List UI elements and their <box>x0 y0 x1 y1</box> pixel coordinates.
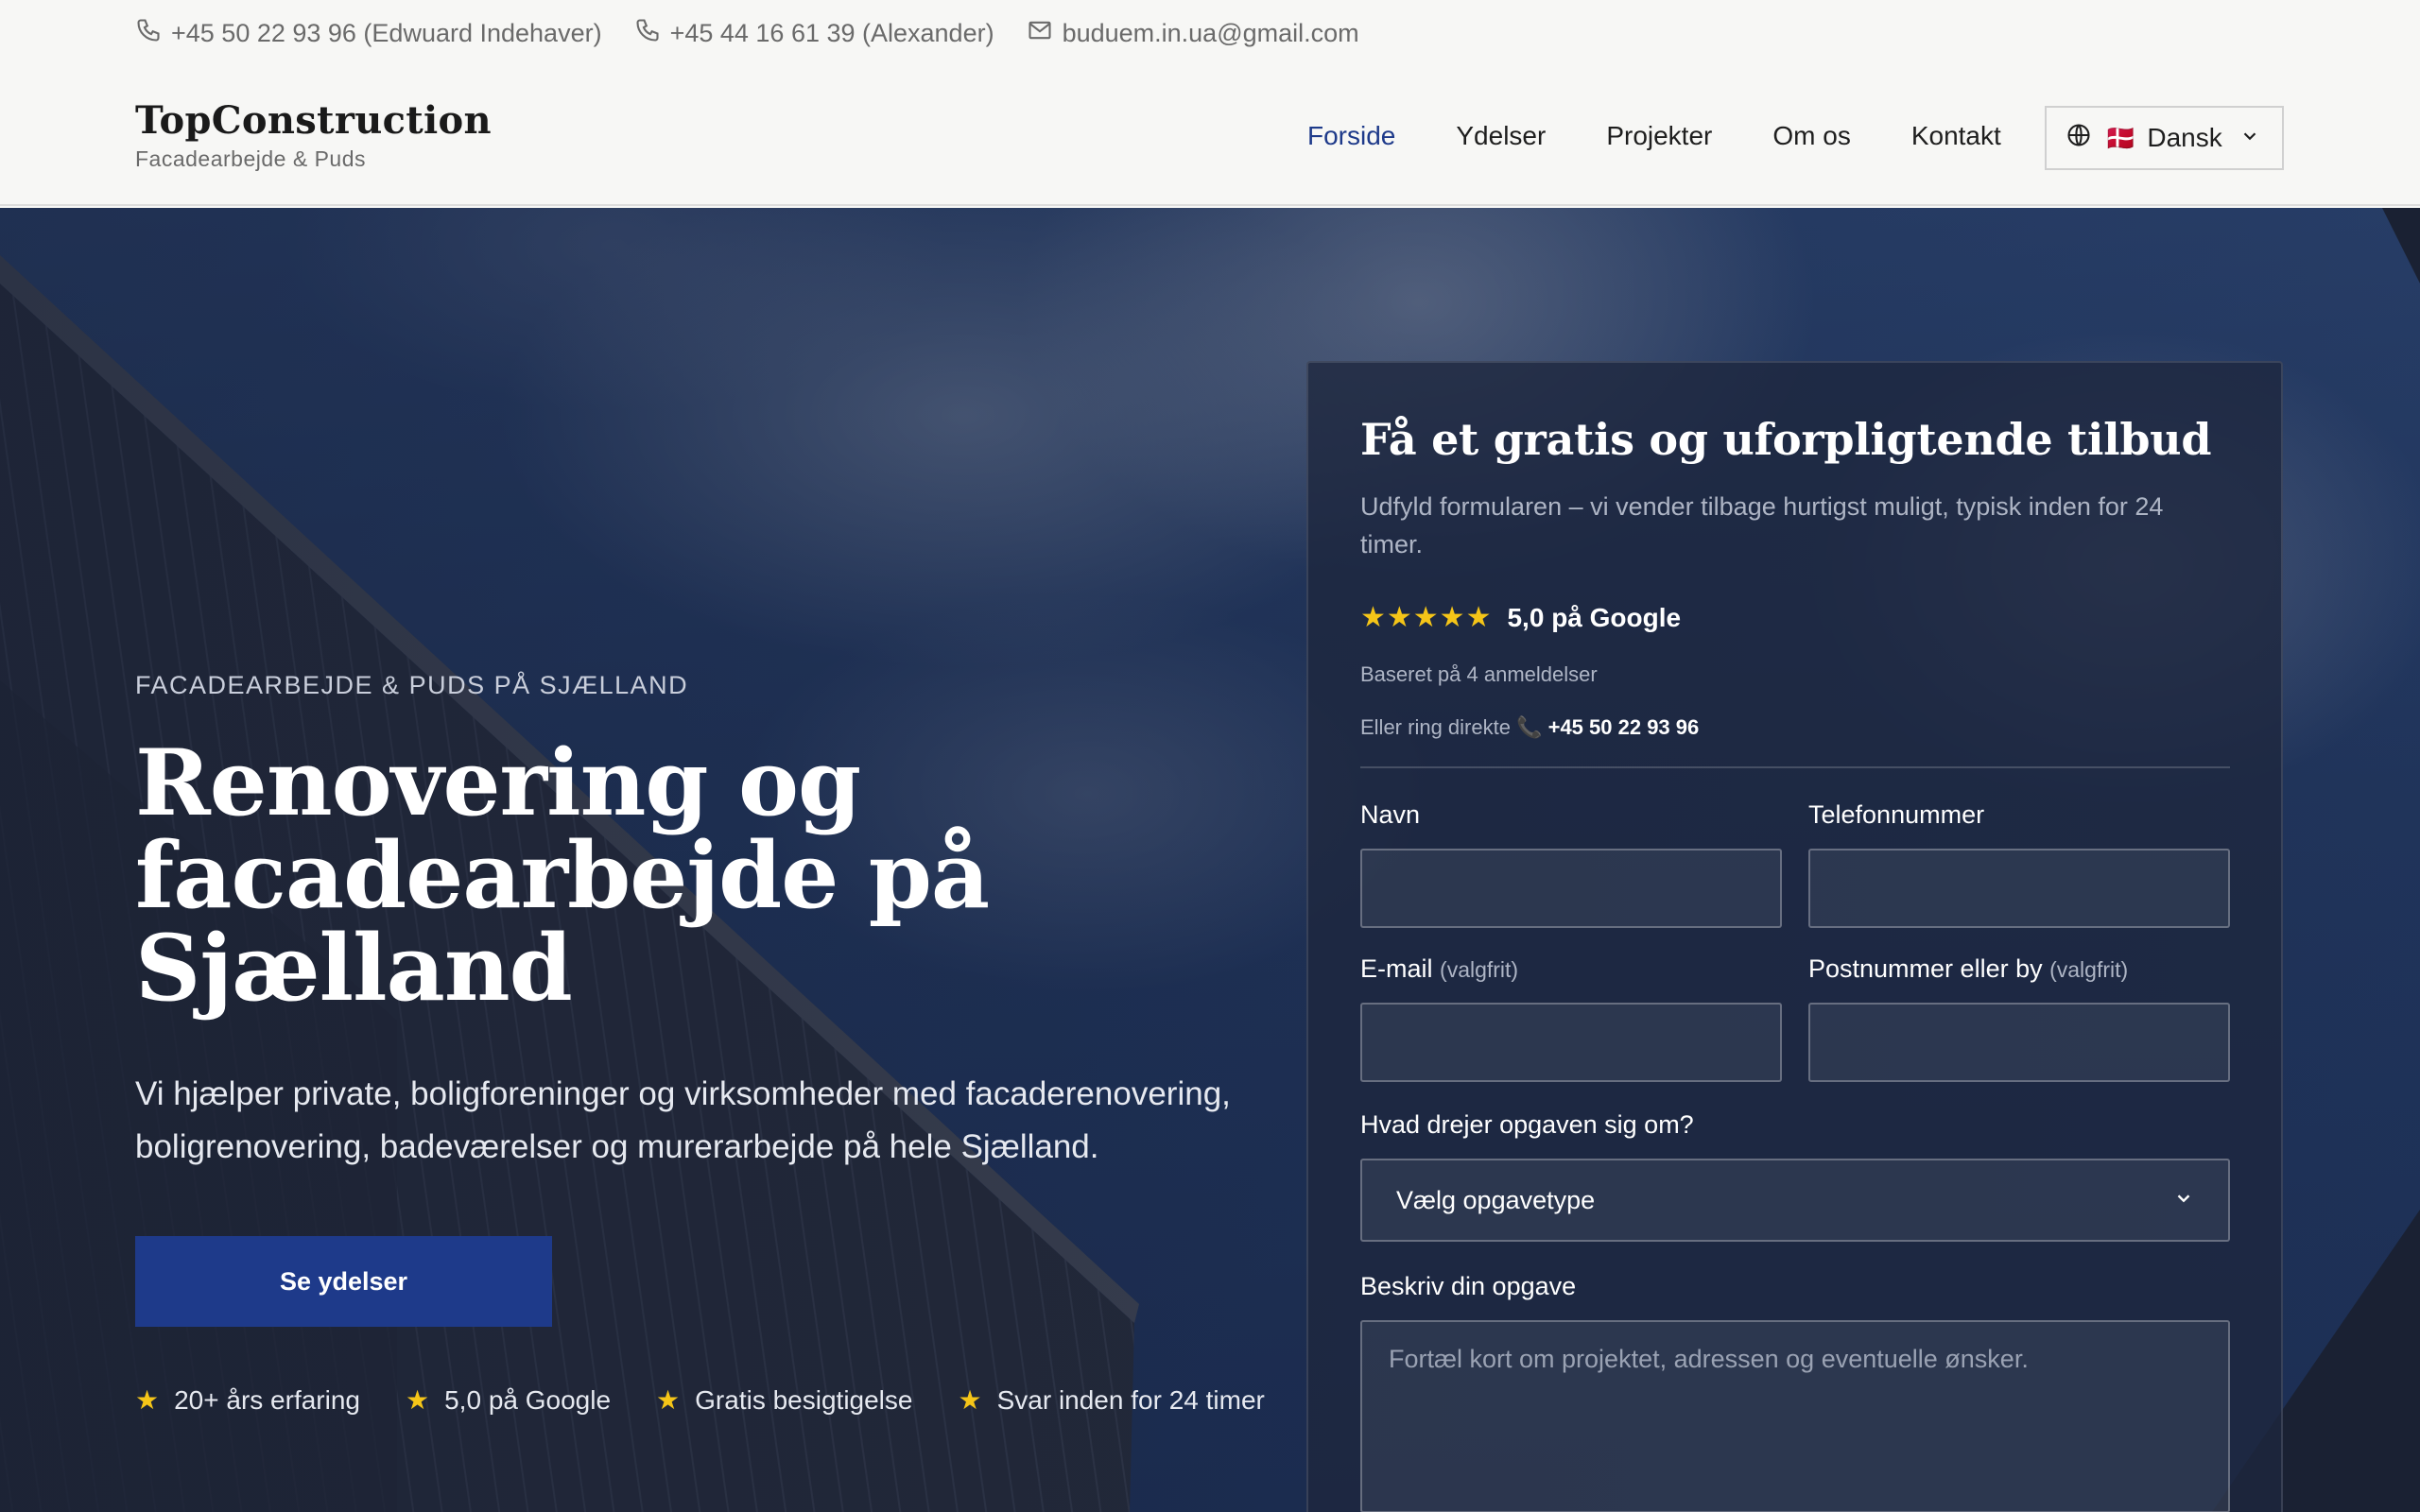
nav-item-kontakt[interactable]: Kontakt <box>1911 121 2001 151</box>
nav-item-projekter[interactable]: Projekter <box>1606 121 1712 151</box>
language-label: Dansk <box>2147 123 2222 152</box>
form-subtitle: Udfyld formularen – vi vender tilbage hu… <box>1360 492 2164 558</box>
star-icon: ★ <box>958 1385 982 1415</box>
nav-item-forside[interactable]: Forside <box>1307 121 1395 151</box>
trust-badge-label: Svar inden for 24 timer <box>996 1384 1265 1415</box>
phone-icon <box>135 17 162 50</box>
language-selector[interactable]: 🇩🇰 Dansk <box>2045 106 2284 170</box>
trust-badge: ★ 5,0 på Google <box>406 1384 611 1416</box>
form-divider <box>1360 766 2230 768</box>
trust-badge: ★ Gratis besigtigelse <box>656 1384 912 1416</box>
contact-email[interactable]: buduem.in.ua@gmail.com <box>1027 17 1359 50</box>
site-header: TopConstruction Facadearbejde & Puds For… <box>0 66 2420 206</box>
email-input[interactable] <box>1360 1003 1782 1082</box>
hero-description: Vi hjælper private, boligforeninger og v… <box>135 1075 1231 1165</box>
rating-text: 5,0 på Google <box>1507 602 1682 632</box>
postal-input[interactable] <box>1808 1003 2230 1082</box>
brand-tagline: Facadearbejde & Puds <box>135 146 366 171</box>
email-label: E-mail (valgfrit) <box>1360 954 1782 984</box>
phone-icon <box>634 17 661 50</box>
trust-badge: ★ Svar inden for 24 timer <box>958 1384 1264 1416</box>
task-label: Hvad drejer opgaven sig om? <box>1360 1110 1694 1139</box>
name-input[interactable] <box>1360 849 1782 928</box>
hero-title: Renovering og facadearbejde på Sjælland <box>135 730 990 1022</box>
task-type-select[interactable]: Vælg opgavetype <box>1360 1159 2230 1242</box>
contact-phone-2-text: +45 44 16 61 39 (Alexander) <box>669 18 994 47</box>
email-field-group: E-mail (valgfrit) <box>1360 954 1782 1082</box>
trust-badge-label: 20+ års erfaring <box>174 1384 360 1415</box>
brand-logo[interactable]: TopConstruction Facadearbejde & Puds <box>135 98 492 172</box>
description-label: Beskriv din opgave <box>1360 1272 1577 1300</box>
call-direct-label: Eller ring direkte 📞 <box>1360 715 1543 739</box>
phone-label: Telefonnummer <box>1808 800 1985 829</box>
description-textarea[interactable] <box>1360 1320 2230 1512</box>
description-field-group: Beskriv din opgave <box>1360 1272 2230 1512</box>
rating-stars-icon: ★★★★★ <box>1360 602 1493 633</box>
contact-phone-1[interactable]: +45 50 22 93 96 (Edwuard Indehaver) <box>135 17 602 50</box>
postal-field-group: Postnummer eller by (valgfrit) <box>1808 954 2230 1082</box>
hero-eyebrow: FACADEARBEJDE & PUDS PÅ SJÆLLAND <box>135 671 689 699</box>
nav-item-om-os[interactable]: Om os <box>1772 121 1850 151</box>
contact-phone-1-text: +45 50 22 93 96 (Edwuard Indehaver) <box>171 18 602 47</box>
form-title: Få et gratis og uforpligtende tilbud <box>1360 414 2212 465</box>
chevron-down-icon <box>2239 123 2260 153</box>
contact-phone-2[interactable]: +45 44 16 61 39 (Alexander) <box>634 17 994 50</box>
contact-bar: +45 50 22 93 96 (Edwuard Indehaver) +45 … <box>0 0 2420 66</box>
phone-input[interactable] <box>1808 849 2230 928</box>
postal-label-text: Postnummer eller by <box>1808 954 2043 983</box>
task-field-group: Hvad drejer opgaven sig om? Vælg opgavet… <box>1360 1110 2230 1242</box>
brand-name: TopConstruction <box>135 98 492 143</box>
star-icon: ★ <box>656 1385 681 1415</box>
name-label: Navn <box>1360 800 1421 829</box>
postal-label: Postnummer eller by (valgfrit) <box>1808 954 2230 984</box>
main-nav: Forside Ydelser Projekter Om os Kontakt <box>1307 66 2001 206</box>
form-row-1: Navn Telefonnummer <box>1360 800 2230 928</box>
rating-based-on: Baseret på 4 anmeldelser <box>1360 662 1598 686</box>
globe-icon <box>2066 122 2092 155</box>
name-field-group: Navn <box>1360 800 1782 928</box>
chevron-down-icon <box>2173 1186 2194 1215</box>
email-label-text: E-mail <box>1360 954 1433 983</box>
mail-icon <box>1027 17 1053 50</box>
optional-hint: (valgfrit) <box>2049 957 2129 982</box>
trust-badge: ★ 20+ års erfaring <box>135 1384 360 1416</box>
star-icon: ★ <box>135 1385 160 1415</box>
call-direct: Eller ring direkte 📞 +45 50 22 93 96 <box>1360 715 2229 740</box>
google-rating: ★★★★★ 5,0 på Google <box>1360 601 2229 634</box>
phone-field-group: Telefonnummer <box>1808 800 2230 928</box>
star-icon: ★ <box>406 1385 430 1415</box>
hero-section: FACADEARBEJDE & PUDS PÅ SJÆLLAND Renover… <box>0 208 2420 1512</box>
task-type-selected: Vælg opgavetype <box>1396 1185 1596 1214</box>
quote-form-card: Få et gratis og uforpligtende tilbud Udf… <box>1306 361 2283 1512</box>
form-row-2: E-mail (valgfrit) Postnummer eller by (v… <box>1360 954 2230 1082</box>
see-services-button[interactable]: Se ydelser <box>135 1236 552 1327</box>
call-direct-number[interactable]: +45 50 22 93 96 <box>1548 715 1700 739</box>
trust-badges: ★ 20+ års erfaring ★ 5,0 på Google ★ Gratis… <box>135 1384 1270 1416</box>
nav-item-ydelser[interactable]: Ydelser <box>1456 121 1546 151</box>
optional-hint: (valgfrit) <box>1440 957 1519 982</box>
trust-badge-label: 5,0 på Google <box>444 1384 612 1415</box>
contact-email-text: buduem.in.ua@gmail.com <box>1062 18 1359 47</box>
trust-badge-label: Gratis besigtigelse <box>695 1384 913 1415</box>
flag-icon: 🇩🇰 <box>2105 123 2135 152</box>
